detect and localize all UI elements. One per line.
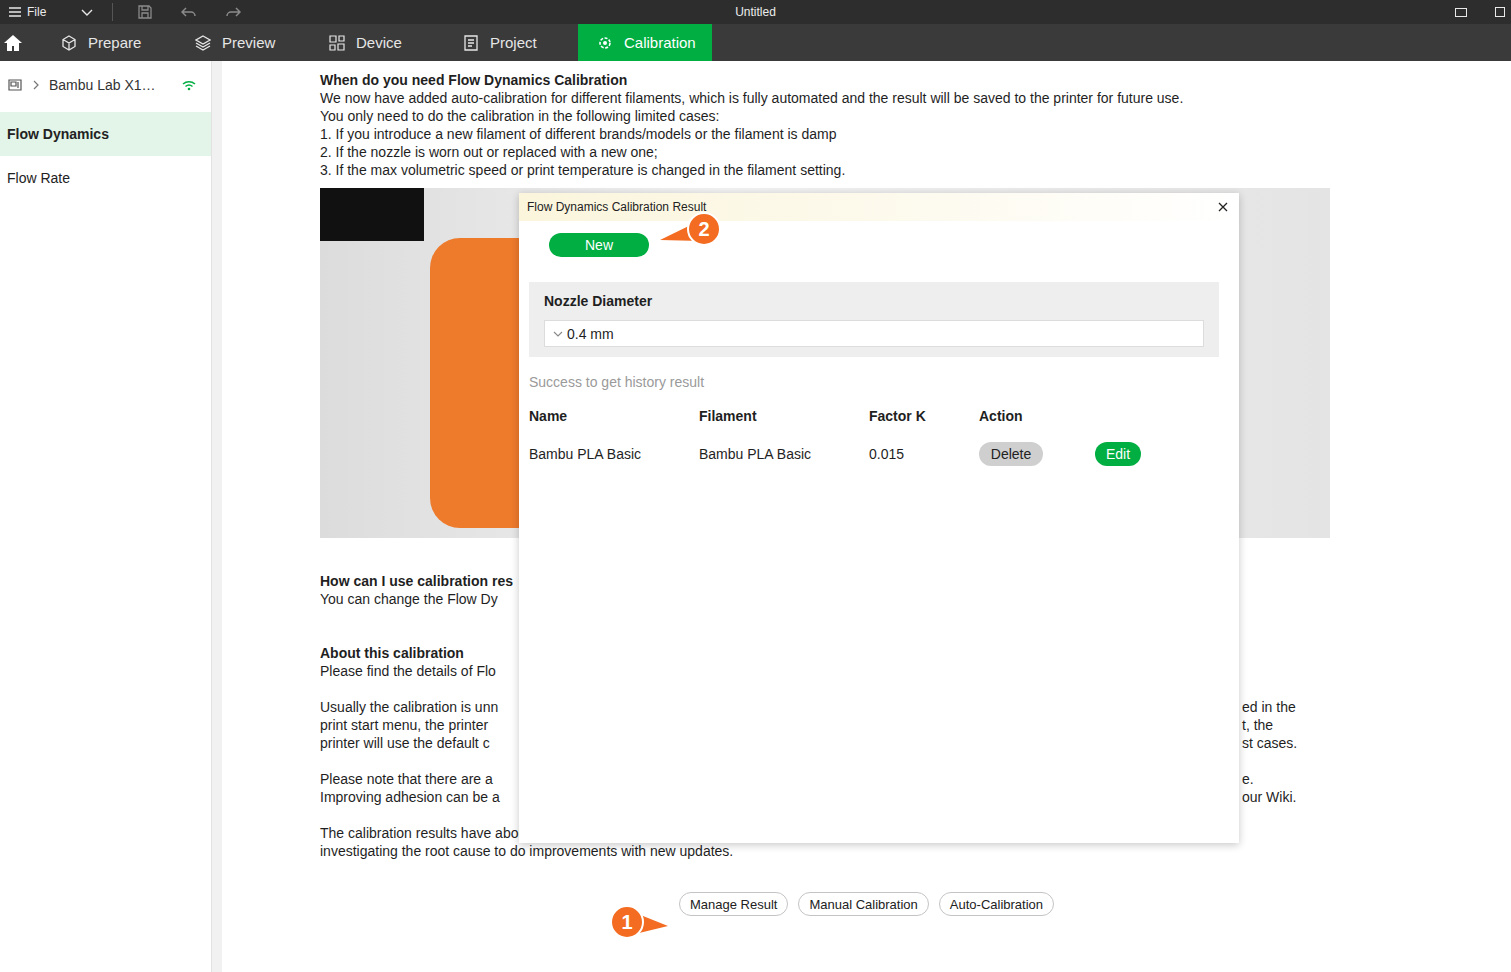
section-heading: When do you need Flow Dynamics Calibrati… [320,71,1360,89]
nav-tab[interactable]: Calibration [578,24,712,61]
sidebar-item[interactable]: Flow Dynamics [0,112,211,156]
text-fragment: printer will use the default c [320,734,518,752]
nav-tab[interactable]: Project [444,24,578,61]
wifi-icon [181,79,197,91]
maximize-icon[interactable] [1493,5,1507,19]
action-button[interactable]: Manage Result [679,892,788,916]
home-icon [3,33,23,53]
chevron-down-icon[interactable] [80,5,94,19]
window-title: Untitled [735,5,776,19]
close-icon[interactable] [1217,201,1229,213]
nav-tab[interactable]: Preview [176,24,310,61]
cell-name: Bambu PLA Basic [529,446,699,462]
text-fragment: t, the [1242,716,1360,734]
redo-icon[interactable] [225,4,241,20]
calibration-result-dialog: Flow Dynamics Calibration Result New Noz… [519,193,1239,843]
column-header: Factor K [869,407,979,425]
app-window: File Untitled Prepare Preview Device Pro… [0,0,1511,972]
annotation-marker: 1 [605,900,677,948]
text-line: 2. If the nozzle is worn out or replaced… [320,143,1360,161]
separator [112,3,113,21]
project-icon [463,35,479,51]
nav-tab-label: Calibration [624,34,696,51]
text-fragment: Please find the details of Flo [320,662,518,680]
text-fragment: You can change the Flow Dy [320,590,518,608]
layers-icon [195,35,211,51]
annotation-number: 2 [688,213,720,245]
action-button[interactable]: Manual Calibration [798,892,928,916]
dialog-title: Flow Dynamics Calibration Result [527,200,706,214]
text-fragment: e. [1242,770,1360,788]
nav-tab[interactable]: Device [310,24,444,61]
table-row: Bambu PLA Basic Bambu PLA Basic 0.015 De… [519,442,1239,466]
nav-tab-label: Project [490,34,537,51]
nav-tab-label: Preview [222,34,275,51]
file-menu[interactable]: File [6,5,48,19]
callout-arrow-icon [655,205,727,253]
sidebar: Bambu Lab X1… Flow DynamicsFlow Rate [0,61,212,972]
section-heading: How can I use calibration res [320,572,518,590]
sidebar-item[interactable]: Flow Rate [0,156,211,200]
photo-label-box [320,188,424,241]
printer-name: Bambu Lab X1… [49,77,173,93]
dialog-title-bar: Flow Dynamics Calibration Result [519,193,1239,221]
undo-icon[interactable] [181,4,197,20]
title-bar: File Untitled [0,0,1511,24]
nav-tab-label: Device [356,34,402,51]
action-button[interactable]: Auto-Calibration [939,892,1054,916]
nozzle-panel: Nozzle Diameter 0.4 mm [529,282,1219,357]
text-fragment: ed in the [1242,698,1360,716]
home-button[interactable] [0,24,42,61]
nozzle-select[interactable]: 0.4 mm [544,320,1204,347]
new-button[interactable]: New [549,233,649,257]
section-heading: About this calibration [320,644,518,662]
nozzle-label: Nozzle Diameter [544,292,1204,310]
nav-tab[interactable]: Prepare [42,24,176,61]
printer-icon [7,77,23,93]
restore-icon[interactable] [1454,5,1468,19]
gear-icon [597,35,613,51]
column-header: Action [979,407,1095,425]
text-line: 1. If you introduce a new filament of di… [320,125,1360,143]
text-fragment: Please note that there are a [320,770,518,788]
text-line: 3. If the max volumetric speed or print … [320,161,1360,179]
divider [212,61,222,972]
column-header: Name [529,407,699,425]
chevron-right-icon [31,80,41,90]
hamburger-icon [8,5,22,19]
text-fragment: Improving adhesion can be a [320,788,518,806]
nozzle-value: 0.4 mm [567,326,614,342]
annotation-marker: 2 [655,205,727,253]
nav-tab-label: Prepare [88,34,141,51]
row-action-button[interactable]: Edit [1095,442,1141,466]
printer-selector[interactable]: Bambu Lab X1… [0,61,211,109]
text-fragment: st cases. [1242,734,1360,752]
status-text: Success to get history result [529,373,1239,391]
text-fragment: Usually the calibration is unn [320,698,518,716]
text-line: investigating the root cause to do impro… [320,842,1360,860]
file-menu-label: File [27,5,46,19]
save-icon[interactable] [137,4,153,20]
row-action-button[interactable]: Delete [979,442,1043,466]
cube-icon [61,35,77,51]
text-fragment: print start menu, the printer [320,716,518,734]
column-header: Filament [699,407,869,425]
nav-bar: Prepare Preview Device Project Calibrati… [0,24,1511,61]
cell-factor-k: 0.015 [869,446,979,462]
device-icon [329,35,345,51]
table-header: NameFilamentFactor KAction [519,407,1239,425]
text-line: You only need to do the calibration in t… [320,107,1360,125]
text-fragment: our Wiki. [1242,788,1360,806]
callout-arrow-icon [605,900,677,948]
chevron-down-icon [553,329,563,339]
text-line: We now have added auto-calibration for d… [320,89,1360,107]
action-bar: Manage Result Manual Calibration Auto-Cali… [222,892,1511,916]
cell-filament: Bambu PLA Basic [699,446,869,462]
annotation-number: 1 [611,906,643,938]
